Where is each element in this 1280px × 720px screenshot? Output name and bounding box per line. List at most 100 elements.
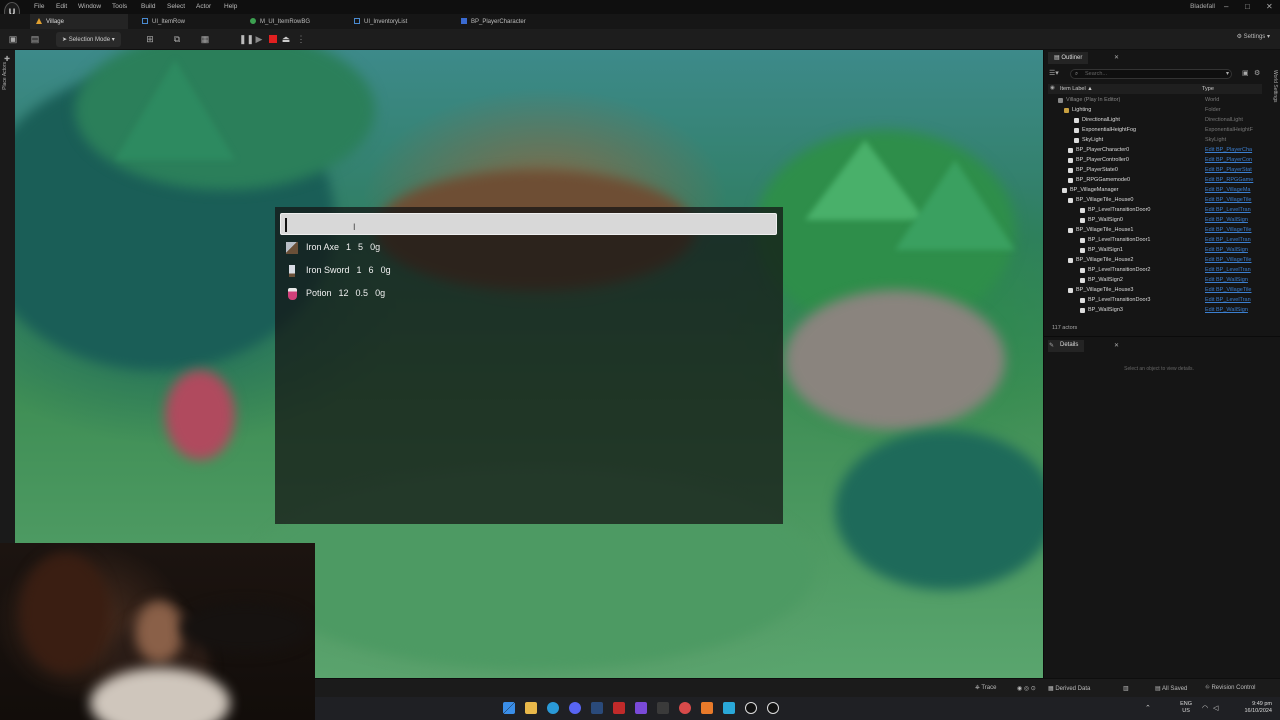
tab-village[interactable]: Village (30, 14, 128, 29)
edit-blueprint-link[interactable]: Edit BP_VillageTile (1205, 197, 1262, 203)
edit-blueprint-link[interactable]: Edit BP_PlayerCha (1205, 147, 1262, 153)
app-icon[interactable] (613, 702, 625, 714)
revision-control-button[interactable]: ⛗ Revision Control (1205, 685, 1256, 692)
edit-blueprint-link[interactable]: Edit BP_PlayerCon (1205, 157, 1262, 163)
app-icon[interactable] (657, 702, 669, 714)
wifi-icon[interactable]: ◠ (1202, 704, 1208, 712)
outliner-row[interactable]: BP_VillageTile_House2 Edit BP_VillageTile (1048, 256, 1262, 266)
tab-ui-itemrow[interactable]: UI_ItemRow (136, 14, 191, 29)
eject-icon[interactable]: ⏏ (281, 34, 291, 44)
close-icon[interactable]: ✕ (1266, 2, 1273, 11)
selection-mode-dropdown[interactable]: ➤ Selection Mode ▾ (56, 32, 121, 47)
tab-ui-inventorylist[interactable]: UI_InventoryList (348, 14, 413, 29)
edit-blueprint-link[interactable]: Edit BP_VillageTile (1205, 227, 1262, 233)
content-browser-icon[interactable]: ▤ (30, 34, 40, 44)
outliner-row[interactable]: BP_LevelTransitionDoor1 Edit BP_LevelTran (1048, 236, 1262, 246)
minimize-icon[interactable]: – (1224, 2, 1228, 11)
frame-skip-icon[interactable]: ▶ (254, 34, 264, 44)
inventory-search-input[interactable]: I (280, 213, 777, 235)
more-options-icon[interactable]: ⋮ (296, 34, 306, 44)
outliner-row[interactable]: DirectionalLight DirectionalLight (1048, 116, 1262, 126)
edit-blueprint-link[interactable]: Edit BP_LevelTran (1205, 297, 1262, 303)
all-saved-button[interactable]: ▤ All Saved (1155, 685, 1187, 692)
pause-icon[interactable]: ❚❚ (239, 34, 254, 44)
file-explorer-icon[interactable] (525, 702, 537, 714)
menu-tools[interactable]: Tools (112, 3, 127, 10)
app-icon[interactable] (635, 702, 647, 714)
outliner-row[interactable]: BP_VillageTile_House1 Edit BP_VillageTile (1048, 226, 1262, 236)
outliner-row[interactable]: BP_WallSign1 Edit BP_WallSign (1048, 246, 1262, 256)
unreal-engine-icon[interactable] (767, 702, 779, 714)
outliner-row[interactable]: BP_LevelTransitionDoor3 Edit BP_LevelTran (1048, 296, 1262, 306)
outliner-row[interactable]: ExponentialHeightFog ExponentialHeightF (1048, 126, 1262, 136)
edit-blueprint-link[interactable]: Edit BP_VillageMa (1205, 187, 1262, 193)
menu-actor[interactable]: Actor (196, 3, 211, 10)
menu-file[interactable]: File (34, 3, 44, 10)
maximize-icon[interactable]: □ (1245, 2, 1250, 11)
edit-blueprint-link[interactable]: Edit BP_WallSign (1205, 217, 1262, 223)
trace-button[interactable]: ⎈ Trace (975, 685, 996, 692)
edit-blueprint-link[interactable]: Edit BP_WallSign (1205, 307, 1262, 313)
outliner-row[interactable]: BP_WallSign3 Edit BP_WallSign (1048, 306, 1262, 316)
chevron-up-icon[interactable]: ⌃ (1145, 704, 1151, 712)
outliner-row[interactable]: BP_LevelTransitionDoor0 Edit BP_LevelTran (1048, 206, 1262, 216)
chevron-down-icon[interactable]: ▾ (1226, 70, 1229, 77)
save-icon[interactable]: ▣ (8, 34, 18, 44)
chrome-icon[interactable] (679, 702, 691, 714)
eye-icon[interactable]: ◉ (1050, 85, 1055, 91)
outliner-row[interactable]: Lighting Folder (1048, 106, 1262, 116)
edit-blueprint-link[interactable]: Edit BP_VillageTile (1205, 287, 1262, 293)
clock[interactable]: 9:49 pm 16/10/2024 (1244, 701, 1272, 715)
filter-icon[interactable]: ☰▾ (1049, 69, 1059, 77)
outliner-row[interactable]: BP_VillageManager Edit BP_VillageMa (1048, 186, 1262, 196)
outliner-row[interactable]: BP_PlayerController0 Edit BP_PlayerCon (1048, 156, 1262, 166)
steam-icon[interactable] (591, 702, 603, 714)
gear-icon[interactable]: ⚙ (1254, 69, 1260, 77)
add-folder-icon[interactable]: ▣ (1242, 69, 1249, 77)
unreal-engine-icon[interactable] (745, 702, 757, 714)
discord-icon[interactable] (569, 702, 581, 714)
menu-window[interactable]: Window (78, 3, 101, 10)
edit-blueprint-link[interactable]: Edit BP_WallSign (1205, 247, 1262, 253)
edge-browser-icon[interactable] (547, 702, 559, 714)
settings-button[interactable]: ⚙ Settings ▾ (1237, 33, 1270, 40)
tab-outliner[interactable]: ▤ Outliner (1048, 52, 1089, 64)
outliner-search-input[interactable]: ⌕ Search... (1070, 69, 1232, 79)
edit-blueprint-link[interactable]: Edit BP_LevelTran (1205, 267, 1262, 273)
outliner-row[interactable]: BP_VillageTile_House0 Edit BP_VillageTile (1048, 196, 1262, 206)
content-icon[interactable]: ▥ (1123, 685, 1129, 692)
edit-blueprint-link[interactable]: Edit BP_LevelTran (1205, 237, 1262, 243)
edit-blueprint-link[interactable]: Edit BP_LevelTran (1205, 207, 1262, 213)
cinematics-icon[interactable]: ▦ (200, 34, 210, 44)
menu-select[interactable]: Select (167, 3, 185, 10)
stop-icon[interactable] (269, 35, 277, 43)
blueprints-icon[interactable]: ⧉ (172, 34, 182, 44)
outliner-row[interactable]: BP_VillageTile_House3 Edit BP_VillageTile (1048, 286, 1262, 296)
edit-blueprint-link[interactable]: Edit BP_PlayerStat (1205, 167, 1262, 173)
outliner-row[interactable]: BP_WallSign2 Edit BP_WallSign (1048, 276, 1262, 286)
edit-blueprint-link[interactable]: Edit BP_WallSign (1205, 277, 1262, 283)
blender-icon[interactable] (701, 702, 713, 714)
outliner-row[interactable]: BP_PlayerCharacter0 Edit BP_PlayerCha (1048, 146, 1262, 156)
add-content-icon[interactable]: ⊞ (145, 34, 155, 44)
menu-help[interactable]: Help (224, 3, 237, 10)
outliner-row[interactable]: BP_LevelTransitionDoor2 Edit BP_LevelTran (1048, 266, 1262, 276)
outliner-row[interactable]: Village (Play In Editor) World (1048, 96, 1262, 106)
derived-data-button[interactable]: ▦ Derived Data (1048, 685, 1090, 692)
outliner-row[interactable]: BP_PlayerState0 Edit BP_PlayerStat (1048, 166, 1262, 176)
tab-m-ui-itemrowbg[interactable]: M_UI_ItemRowBG (244, 14, 316, 29)
edit-blueprint-link[interactable]: Edit BP_VillageTile (1205, 257, 1262, 263)
volume-icon[interactable]: ◁ (1213, 704, 1218, 712)
edit-blueprint-link[interactable]: Edit BP_RPGGame (1205, 177, 1262, 183)
outliner-row[interactable]: BP_RPGGamemode0 Edit BP_RPGGame (1048, 176, 1262, 186)
menu-edit[interactable]: Edit (56, 3, 67, 10)
app-icon[interactable] (723, 702, 735, 714)
column-type[interactable]: Type (1202, 86, 1214, 92)
outliner-row[interactable]: SkyLight SkyLight (1048, 136, 1262, 146)
close-icon[interactable]: ✕ (1114, 342, 1119, 349)
close-icon[interactable]: ✕ (1114, 54, 1119, 61)
start-icon[interactable] (503, 702, 515, 714)
column-item-label[interactable]: Item Label ▲ (1060, 86, 1093, 92)
tab-bp-playercharacter[interactable]: BP_PlayerCharacter (455, 14, 532, 29)
record-icon[interactable]: ◉ ◎ ⊙ (1017, 685, 1036, 692)
